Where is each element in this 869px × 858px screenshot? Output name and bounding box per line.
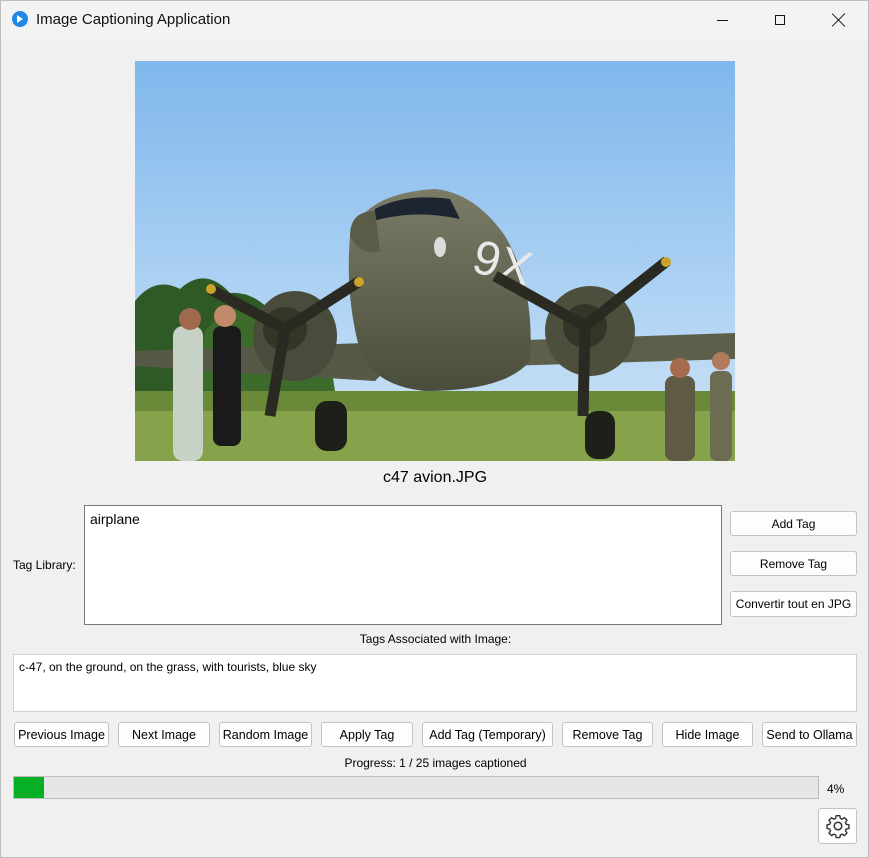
image-preview: 9X xyxy=(135,61,735,461)
gear-icon xyxy=(825,815,850,839)
tag-library-label: Tag Library: xyxy=(13,558,76,572)
associated-tags-text: c-47, on the ground, on the grass, with … xyxy=(19,660,317,674)
add-tag-button[interactable]: Add Tag xyxy=(730,511,857,536)
image-filename: c47 avion.JPG xyxy=(382,469,488,486)
settings-button[interactable] xyxy=(818,808,857,844)
previous-image-button[interactable]: Previous Image xyxy=(14,722,109,747)
maximize-icon xyxy=(775,15,785,25)
action-button-row: Previous Image Next Image Random Image A… xyxy=(14,722,858,747)
app-window: Image Captioning Application 9X c47 avio… xyxy=(0,0,869,858)
maximize-button[interactable] xyxy=(751,1,809,39)
progress-bar xyxy=(13,776,819,799)
tag-library-list[interactable]: airplane xyxy=(84,505,722,625)
progress-percent: 4% xyxy=(827,782,845,796)
associated-tags-input[interactable]: c-47, on the ground, on the grass, with … xyxy=(13,654,857,712)
close-button[interactable] xyxy=(810,1,868,39)
random-image-button[interactable]: Random Image xyxy=(219,722,312,747)
apply-tag-button[interactable]: Apply Tag xyxy=(321,722,413,747)
window-title: Image Captioning Application xyxy=(36,11,231,28)
airplane-photo: 9X xyxy=(135,61,735,461)
remove-tag-library-button[interactable]: Remove Tag xyxy=(730,551,857,576)
minimize-button[interactable] xyxy=(693,1,751,39)
associated-tags-label: Tags Associated with Image: xyxy=(359,632,512,646)
title-bar[interactable]: Image Captioning Application xyxy=(1,1,868,39)
tag-library-item[interactable]: airplane xyxy=(90,511,716,527)
minimize-icon xyxy=(716,19,728,21)
next-image-button[interactable]: Next Image xyxy=(118,722,210,747)
progress-bar-fill xyxy=(14,777,44,798)
convert-jpg-button[interactable]: Convertir tout en JPG xyxy=(730,591,857,617)
progress-label: Progress: 1 / 25 images captioned xyxy=(344,756,527,770)
send-to-ollama-button[interactable]: Send to Ollama xyxy=(762,722,857,747)
hide-image-button[interactable]: Hide Image xyxy=(662,722,753,747)
close-icon xyxy=(832,13,846,27)
app-icon xyxy=(12,11,28,27)
remove-tag-button[interactable]: Remove Tag xyxy=(562,722,653,747)
add-tag-temporary-button[interactable]: Add Tag (Temporary) xyxy=(422,722,553,747)
